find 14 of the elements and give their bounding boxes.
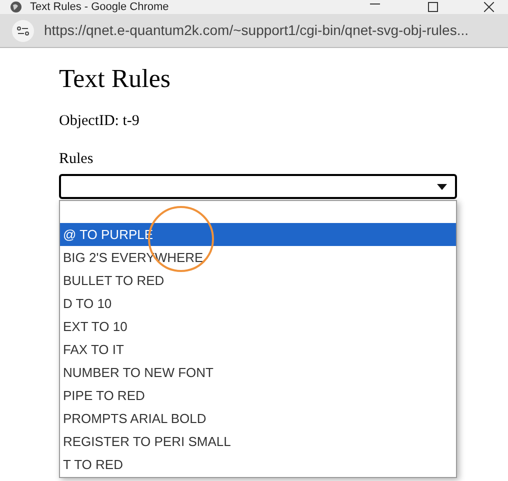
dropdown-option[interactable]: PIPE TO RED [60,384,456,407]
url-text[interactable]: https://qnet.e-quantum2k.com/~support1/cgi-bin/qnet-svg-obj-rules... [44,20,468,41]
dropdown-option[interactable]: EXT TO 10 [60,315,456,338]
object-id-text: ObjectID: t-9 [59,112,140,131]
dropdown-option[interactable]: NUMBER TO NEW FONT [60,361,456,384]
window-title: Text Rules - Google Chrome [30,1,169,13]
dropdown-option[interactable]: BULLET TO RED [60,269,456,292]
dropdown-option[interactable]: REGISTER TO PERI SMALL [60,430,456,453]
dropdown-option[interactable]: D TO 10 [60,292,456,315]
dropdown-option[interactable]: FAX TO IT [60,338,456,361]
dropdown-option[interactable]: PROMPTS ARIAL BOLD [60,407,456,430]
page-heading: Text Rules [59,64,172,94]
dropdown-option[interactable]: T TO RED [60,453,456,476]
rules-label: Rules [59,150,94,168]
